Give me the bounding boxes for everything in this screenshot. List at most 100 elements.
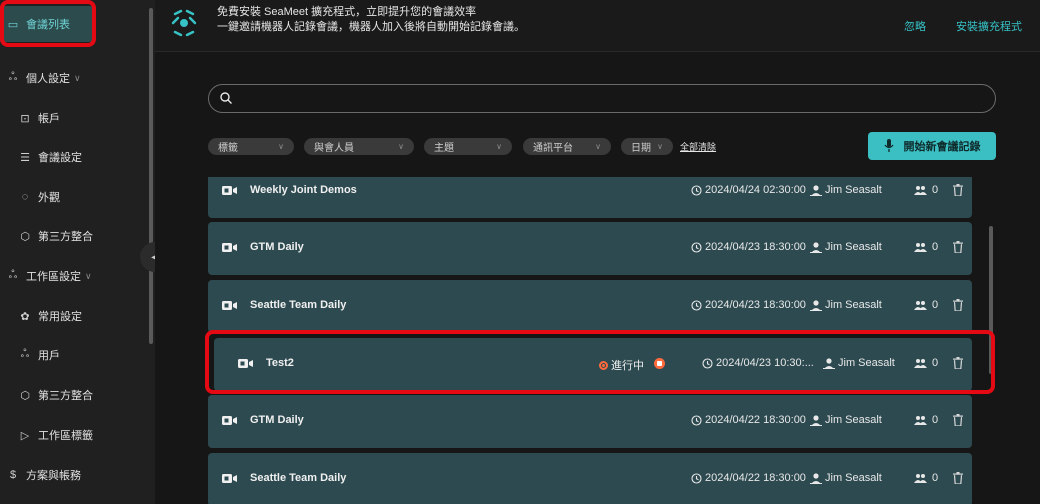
sidebar-item-third-party-workspace[interactable]: ⬡ 第三方整合 <box>0 377 148 413</box>
meeting-title[interactable]: GTM Daily <box>250 414 304 426</box>
video-camera-icon <box>222 416 237 425</box>
live-dot-icon <box>599 360 608 370</box>
meeting-owner-label: Jim Seasalt <box>825 241 882 253</box>
meeting-list-scrollbar[interactable] <box>989 226 993 374</box>
install-extension-link[interactable]: 安裝擴充程式 <box>956 18 1022 34</box>
clear-all-filters-link[interactable]: 全部清除 <box>680 140 716 153</box>
tag-icon: ▷ <box>20 429 30 442</box>
seameet-logo-icon <box>171 9 197 37</box>
search-input[interactable] <box>241 88 981 109</box>
trash-icon[interactable] <box>953 472 963 484</box>
meeting-row[interactable]: Weekly Joint Demos 2024/04/24 02:30:00 J… <box>208 177 972 218</box>
calendar-icon: ▭ <box>7 18 19 31</box>
sidebar-item-label: 個人設定 <box>26 73 70 85</box>
sidebar-item-plans-billing[interactable]: $ 方案與帳務 <box>6 457 154 493</box>
sidebar-item-general-settings[interactable]: ✿ 常用設定 <box>0 298 148 334</box>
meeting-title[interactable]: Test2 <box>266 357 294 369</box>
ignore-link[interactable]: 忽略 <box>904 18 926 34</box>
meeting-owner: Jim Seasalt <box>810 414 882 426</box>
dollar-icon: $ <box>9 469 17 481</box>
chevron-down-icon: ∨ <box>278 142 284 151</box>
trash-icon[interactable] <box>953 414 963 426</box>
person-icon <box>810 184 822 196</box>
filter-platform[interactable]: 通訊平台 ∨ <box>523 138 611 155</box>
person-icon <box>810 241 822 253</box>
clock-icon <box>702 357 713 369</box>
integration-icon: ⬡ <box>20 389 30 402</box>
sidebar-item-label: 常用設定 <box>38 311 82 323</box>
meeting-owner-label: Jim Seasalt <box>825 472 882 484</box>
sidebar-item-label: 會議列表 <box>26 19 70 31</box>
filter-label: 日期 <box>631 143 651 154</box>
sidebar-item-label: 外觀 <box>38 192 60 204</box>
sidebar-item-meeting-list[interactable]: ▭ 會議列表 <box>0 6 92 42</box>
clock-icon <box>691 472 702 484</box>
main-content: 標籤 ∨ 與會人員 ∨ 主題 ∨ 通訊平台 ∨ 日期 ∨ 全部清除 開始新會議記錄 Wee… <box>155 53 1040 504</box>
meeting-row[interactable]: Seattle Team Daily 2024/04/23 18:30:00 J… <box>208 280 972 333</box>
meeting-title[interactable]: Weekly Joint Demos <box>250 184 357 196</box>
meeting-datetime-label: 2024/04/22 18:30:00 <box>705 472 806 484</box>
sidebar: ▭ 會議列表 ஃ 個人設定 ∨ ⊡ 帳戶 ☰ 會議設定 ◌ 外觀 ⬡ 第三方整合… <box>0 0 155 504</box>
banner-line-1: 免費安裝 SeaMeet 擴充程式，立即提升您的會議效率 <box>217 6 477 18</box>
sidebar-item-workspace-settings[interactable]: ஃ 工作區設定 ∨ <box>6 258 154 294</box>
meeting-owner-label: Jim Seasalt <box>838 357 895 369</box>
meeting-datetime: 2024/04/23 10:30:... <box>702 357 814 369</box>
sliders-icon: ☰ <box>20 151 30 164</box>
sidebar-item-meeting-settings[interactable]: ☰ 會議設定 <box>0 139 148 175</box>
stop-recording-button[interactable] <box>654 358 665 369</box>
meeting-row[interactable]: Seattle Team Daily 2024/04/22 18:30:00 J… <box>208 453 972 504</box>
start-recording-button[interactable]: 開始新會議記錄 <box>868 132 996 160</box>
meeting-owner: Jim Seasalt <box>810 299 882 311</box>
participant-count-label: 0 <box>932 472 939 484</box>
meeting-owner-label: Jim Seasalt <box>825 299 882 311</box>
sidebar-item-account[interactable]: ⊡ 帳戶 <box>0 100 148 136</box>
trash-icon[interactable] <box>953 357 963 369</box>
meeting-datetime-label: 2024/04/23 18:30:00 <box>705 299 806 311</box>
account-icon: ⊡ <box>20 112 30 125</box>
filter-participants[interactable]: 與會人員 ∨ <box>304 138 414 155</box>
sidebar-scrollbar[interactable] <box>149 8 153 344</box>
filter-label: 標籤 <box>218 143 238 154</box>
meeting-datetime: 2024/04/23 18:30:00 <box>691 299 806 311</box>
meeting-datetime: 2024/04/24 02:30:00 <box>691 184 806 196</box>
filter-topic[interactable]: 主題 ∨ <box>424 138 512 155</box>
filter-label: 通訊平台 <box>533 143 573 154</box>
people-icon <box>914 243 927 252</box>
filter-tags[interactable]: 標籤 ∨ <box>208 138 294 155</box>
clock-icon <box>691 299 702 311</box>
meeting-title[interactable]: GTM Daily <box>250 241 304 253</box>
meeting-datetime: 2024/04/22 18:30:00 <box>691 472 806 484</box>
meeting-row[interactable]: GTM Daily 2024/04/23 18:30:00 Jim Seasal… <box>208 222 972 275</box>
filter-label: 主題 <box>434 143 454 154</box>
video-camera-icon <box>238 359 253 368</box>
meeting-row[interactable]: GTM Daily 2024/04/22 18:30:00 Jim Seasal… <box>208 395 972 448</box>
sidebar-item-users[interactable]: ஃ 用戶 <box>0 337 148 373</box>
meeting-datetime: 2024/04/23 18:30:00 <box>691 241 806 253</box>
filter-date[interactable]: 日期 ∨ <box>621 138 673 155</box>
meeting-row[interactable]: Test2 進行中 2024/04/23 10:30:... Jim Seasa… <box>214 338 972 391</box>
sidebar-item-workspace-tags[interactable]: ▷ 工作區標籤 <box>0 417 148 453</box>
chevron-down-icon: ∨ <box>657 142 663 151</box>
meeting-title[interactable]: Seattle Team Daily <box>250 472 346 484</box>
meeting-datetime: 2024/04/22 18:30:00 <box>691 414 806 426</box>
person-group-icon: ஃ <box>8 71 18 83</box>
person-icon <box>823 357 835 369</box>
participant-count: 0 <box>914 414 938 426</box>
trash-icon[interactable] <box>953 184 963 196</box>
sidebar-item-label: 帳戶 <box>38 113 60 125</box>
live-status-label: 進行中 <box>611 360 644 372</box>
integration-icon: ⬡ <box>20 230 30 243</box>
users-icon: ஃ <box>20 348 30 360</box>
person-icon <box>810 472 822 484</box>
sidebar-item-personal-settings[interactable]: ஃ 個人設定 ∨ <box>6 60 154 96</box>
participant-count-label: 0 <box>932 184 939 196</box>
people-icon <box>914 416 927 425</box>
meeting-title[interactable]: Seattle Team Daily <box>250 299 346 311</box>
trash-icon[interactable] <box>953 241 963 253</box>
sidebar-item-appearance[interactable]: ◌ 外觀 <box>0 179 148 215</box>
trash-icon[interactable] <box>953 299 963 311</box>
search-bar[interactable] <box>208 84 996 113</box>
gear-icon: ✿ <box>20 310 30 323</box>
meeting-datetime-label: 2024/04/22 18:30:00 <box>705 414 806 426</box>
sidebar-item-third-party-personal[interactable]: ⬡ 第三方整合 <box>0 218 148 254</box>
